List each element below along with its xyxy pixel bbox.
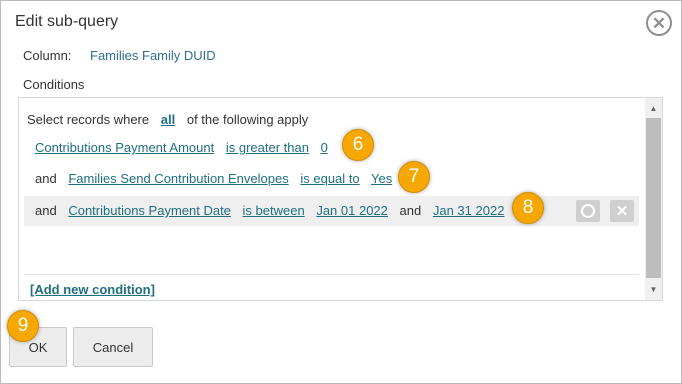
edit-subquery-dialog: Edit sub-query ✕ Column: Families Family…	[0, 0, 682, 384]
condition-row-3: and Contributions Payment Date is betwee…	[27, 203, 504, 218]
cancel-button[interactable]: Cancel	[73, 327, 153, 367]
condition-operator-link[interactable]: is between	[243, 203, 305, 218]
delete-condition-button[interactable]: ✕	[610, 200, 634, 222]
condition-field-link[interactable]: Families Send Contribution Envelopes	[68, 171, 288, 186]
condition-and-word: and	[399, 203, 422, 218]
conditions-panel: Select records where all of the followin…	[18, 97, 663, 301]
vertical-scrollbar[interactable]: ▲ ▼	[645, 98, 662, 300]
triangle-up-icon[interactable]: ▲	[645, 100, 662, 117]
condition-row-2: and Families Send Contribution Envelopes…	[27, 171, 392, 186]
divider	[24, 274, 639, 275]
intro-prefix: Select records where	[27, 112, 150, 127]
condition-connector: and	[35, 203, 57, 218]
condition-operator-link[interactable]: is equal to	[300, 171, 359, 186]
close-icon[interactable]: ✕	[646, 10, 672, 36]
callout-badge: 7	[398, 161, 430, 193]
circle-icon	[581, 204, 595, 218]
callout-badge: 6	[342, 129, 374, 161]
condition-connector: and	[35, 171, 57, 186]
condition-value-link[interactable]: Jan 01 2022	[316, 203, 388, 218]
intro-suffix: of the following apply	[186, 112, 309, 127]
x-icon: ✕	[615, 202, 629, 220]
triangle-down-icon[interactable]: ▼	[645, 281, 662, 298]
condition-field-link[interactable]: Contributions Payment Date	[68, 203, 231, 218]
intro-line: Select records where all of the followin…	[27, 112, 308, 127]
scrollbar-thumb[interactable]	[646, 118, 661, 278]
group-condition-button[interactable]	[576, 200, 600, 222]
callout-badge: 9	[7, 310, 39, 342]
column-value: Families Family DUID	[90, 48, 216, 63]
match-mode-link[interactable]: all	[161, 112, 175, 127]
condition-value2-link[interactable]: Jan 31 2022	[433, 203, 505, 218]
conditions-label: Conditions	[23, 77, 85, 92]
callout-badge: 8	[512, 192, 544, 224]
column-label: Column:	[23, 48, 72, 63]
condition-field-link[interactable]: Contributions Payment Amount	[35, 140, 214, 155]
condition-value-link[interactable]: 0	[321, 140, 328, 155]
condition-row-1: Contributions Payment Amount is greater …	[27, 140, 328, 155]
add-condition-link[interactable]: [Add new condition]	[30, 282, 155, 297]
condition-operator-link[interactable]: is greater than	[226, 140, 309, 155]
dialog-title: Edit sub-query	[15, 13, 119, 30]
condition-value-link[interactable]: Yes	[371, 171, 392, 186]
